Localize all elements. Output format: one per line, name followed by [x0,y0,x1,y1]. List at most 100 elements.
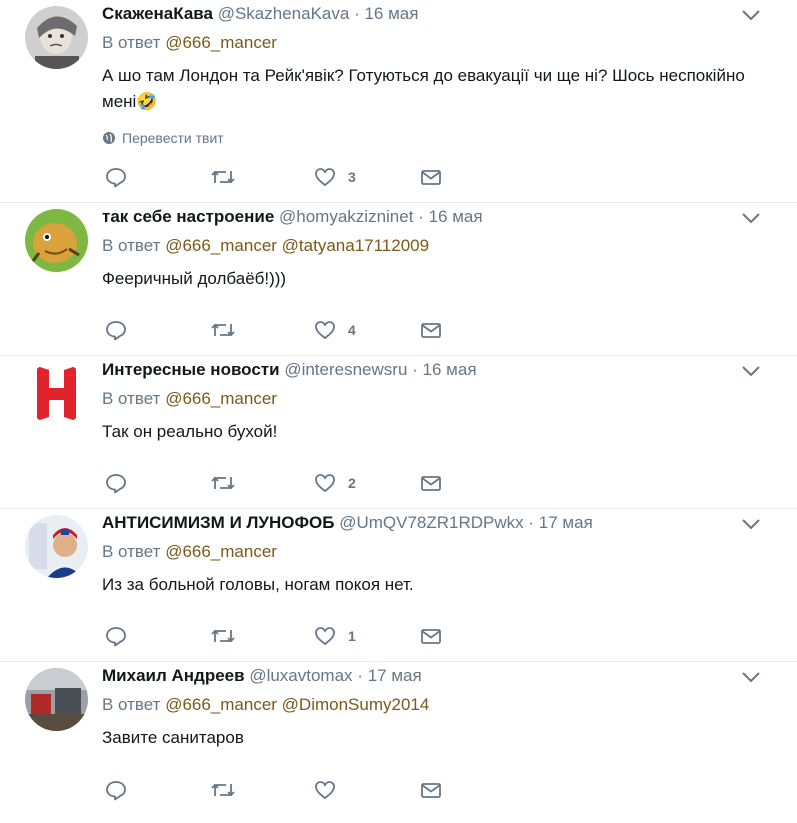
reply-label: В ответ [102,389,161,408]
fullname[interactable]: так себе настроение [102,207,274,226]
retweet-button[interactable] [210,625,236,647]
retweet-button[interactable] [210,779,236,801]
separator-dot: · [418,207,424,226]
username[interactable]: @SkazhenaKava [218,4,350,23]
tweet[interactable]: СкаженаКава @SkazhenaKava · 16 мая В отв… [0,0,797,203]
avatar[interactable] [25,6,88,69]
retweet-button[interactable] [210,319,236,341]
reply-mentions[interactable]: @666_mancer @DimonSumy2014 [165,695,429,714]
username[interactable]: @interesnewsru [284,360,407,379]
timestamp[interactable]: 16 мая [423,360,477,379]
tweet-text: Фееричный долбаёб!))) [102,269,287,288]
separator-dot: · [357,666,363,685]
timestamp[interactable]: 16 мая [364,4,418,23]
avatar[interactable] [25,362,88,425]
username[interactable]: @homyakzizninet [279,207,413,226]
chevron-down-icon[interactable] [741,670,761,684]
chevron-down-icon[interactable] [741,364,761,378]
separator-dot: · [528,513,535,532]
like-icon [315,168,335,187]
timestamp[interactable]: 17 мая [368,666,422,685]
translate-link[interactable]: Перевести твит [102,130,224,146]
avatar[interactable] [25,209,88,272]
reply-button[interactable] [105,472,127,494]
like-count: 1 [348,628,356,644]
reply-icon [106,474,126,494]
fullname[interactable]: СкаженаКава [102,4,213,23]
avatar[interactable] [25,668,88,731]
tweet-text: Завите санитаров [102,728,244,747]
like-count: 3 [348,169,356,185]
reply-context: В ответ @666_mancer [102,389,277,409]
timestamp[interactable]: 16 мая [429,207,483,226]
tweet-actions: 3 [102,166,462,188]
direct-message-icon [421,170,441,185]
tweet-actions: 2 [102,472,462,494]
retweet-icon [211,323,235,337]
reply-context: В ответ @666_mancer @DimonSumy2014 [102,695,429,715]
chevron-down-icon[interactable] [741,211,761,225]
direct-message-button[interactable] [420,166,442,188]
username[interactable]: @UmQV78ZR1RDPwkx [339,513,523,532]
chevron-down-icon[interactable] [741,517,761,531]
like-icon [315,627,335,646]
retweet-icon [211,783,235,797]
like-count: 2 [348,475,356,491]
tweet-actions: 1 [102,625,462,647]
reply-mentions[interactable]: @666_mancer [165,33,277,52]
tweet[interactable]: так себе настроение @homyakzizninet · 16… [0,203,797,356]
reply-mentions[interactable]: @666_mancer @tatyana17112009 [165,236,429,255]
reply-button[interactable] [105,779,127,801]
fullname[interactable]: АНТИСИМИЗМ И ЛУНОФОБ [102,513,334,532]
reply-icon [106,781,126,801]
reply-label: В ответ [102,695,161,714]
reply-button[interactable] [105,625,127,647]
timestamp[interactable]: 17 мая [539,513,593,532]
tweet-text: А шо там Лондон та Рейк'явік? Готуються … [102,66,745,111]
reply-context: В ответ @666_mancer [102,33,277,53]
like-button[interactable]: 3 [314,166,356,188]
tweet[interactable]: Интересные новости @interesnewsru · 16 м… [0,356,797,509]
direct-message-icon [421,323,441,338]
tweet-header: Интересные новости @interesnewsru · 16 м… [102,358,737,382]
reply-label: В ответ [102,542,161,561]
tweet-text: Так он реально бухой! [102,422,278,441]
separator-dot: · [354,4,360,23]
retweet-icon [211,476,235,490]
direct-message-button[interactable] [420,319,442,341]
like-button[interactable]: 1 [314,625,356,647]
reply-label: В ответ [102,236,161,255]
direct-message-icon [421,629,441,644]
direct-message-button[interactable] [420,472,442,494]
retweet-button[interactable] [210,166,236,188]
retweet-icon [211,629,235,643]
like-button[interactable]: 2 [314,472,356,494]
tweet[interactable]: АНТИСИМИЗМ И ЛУНОФОБ @UmQV78ZR1RDPwkx · … [0,509,797,662]
direct-message-button[interactable] [420,779,442,801]
reply-mentions[interactable]: @666_mancer [165,542,277,561]
direct-message-icon [421,783,441,798]
direct-message-button[interactable] [420,625,442,647]
reply-context: В ответ @666_mancer @tatyana17112009 [102,236,429,256]
reply-button[interactable] [105,166,127,188]
retweet-button[interactable] [210,472,236,494]
tweet-header: СкаженаКава @SkazhenaKava · 16 мая [102,2,737,26]
globe-icon [103,132,115,144]
reply-label: В ответ [102,33,161,52]
tweet[interactable]: Михаил Андреев @luxavtomax · 17 мая В от… [0,662,797,815]
fullname[interactable]: Михаил Андреев [102,666,245,685]
reply-button[interactable] [105,319,127,341]
tweet-actions [102,779,462,801]
like-button[interactable] [314,779,348,801]
direct-message-icon [421,476,441,491]
reply-icon [106,168,126,188]
reply-icon [106,321,126,341]
reply-mentions[interactable]: @666_mancer [165,389,277,408]
chevron-down-icon[interactable] [741,8,761,22]
like-count: 4 [348,322,356,338]
like-button[interactable]: 4 [314,319,356,341]
tweet-header: так себе настроение @homyakzizninet · 16… [102,205,737,229]
avatar[interactable] [25,515,88,578]
fullname[interactable]: Интересные новости [102,360,280,379]
username[interactable]: @luxavtomax [249,666,352,685]
